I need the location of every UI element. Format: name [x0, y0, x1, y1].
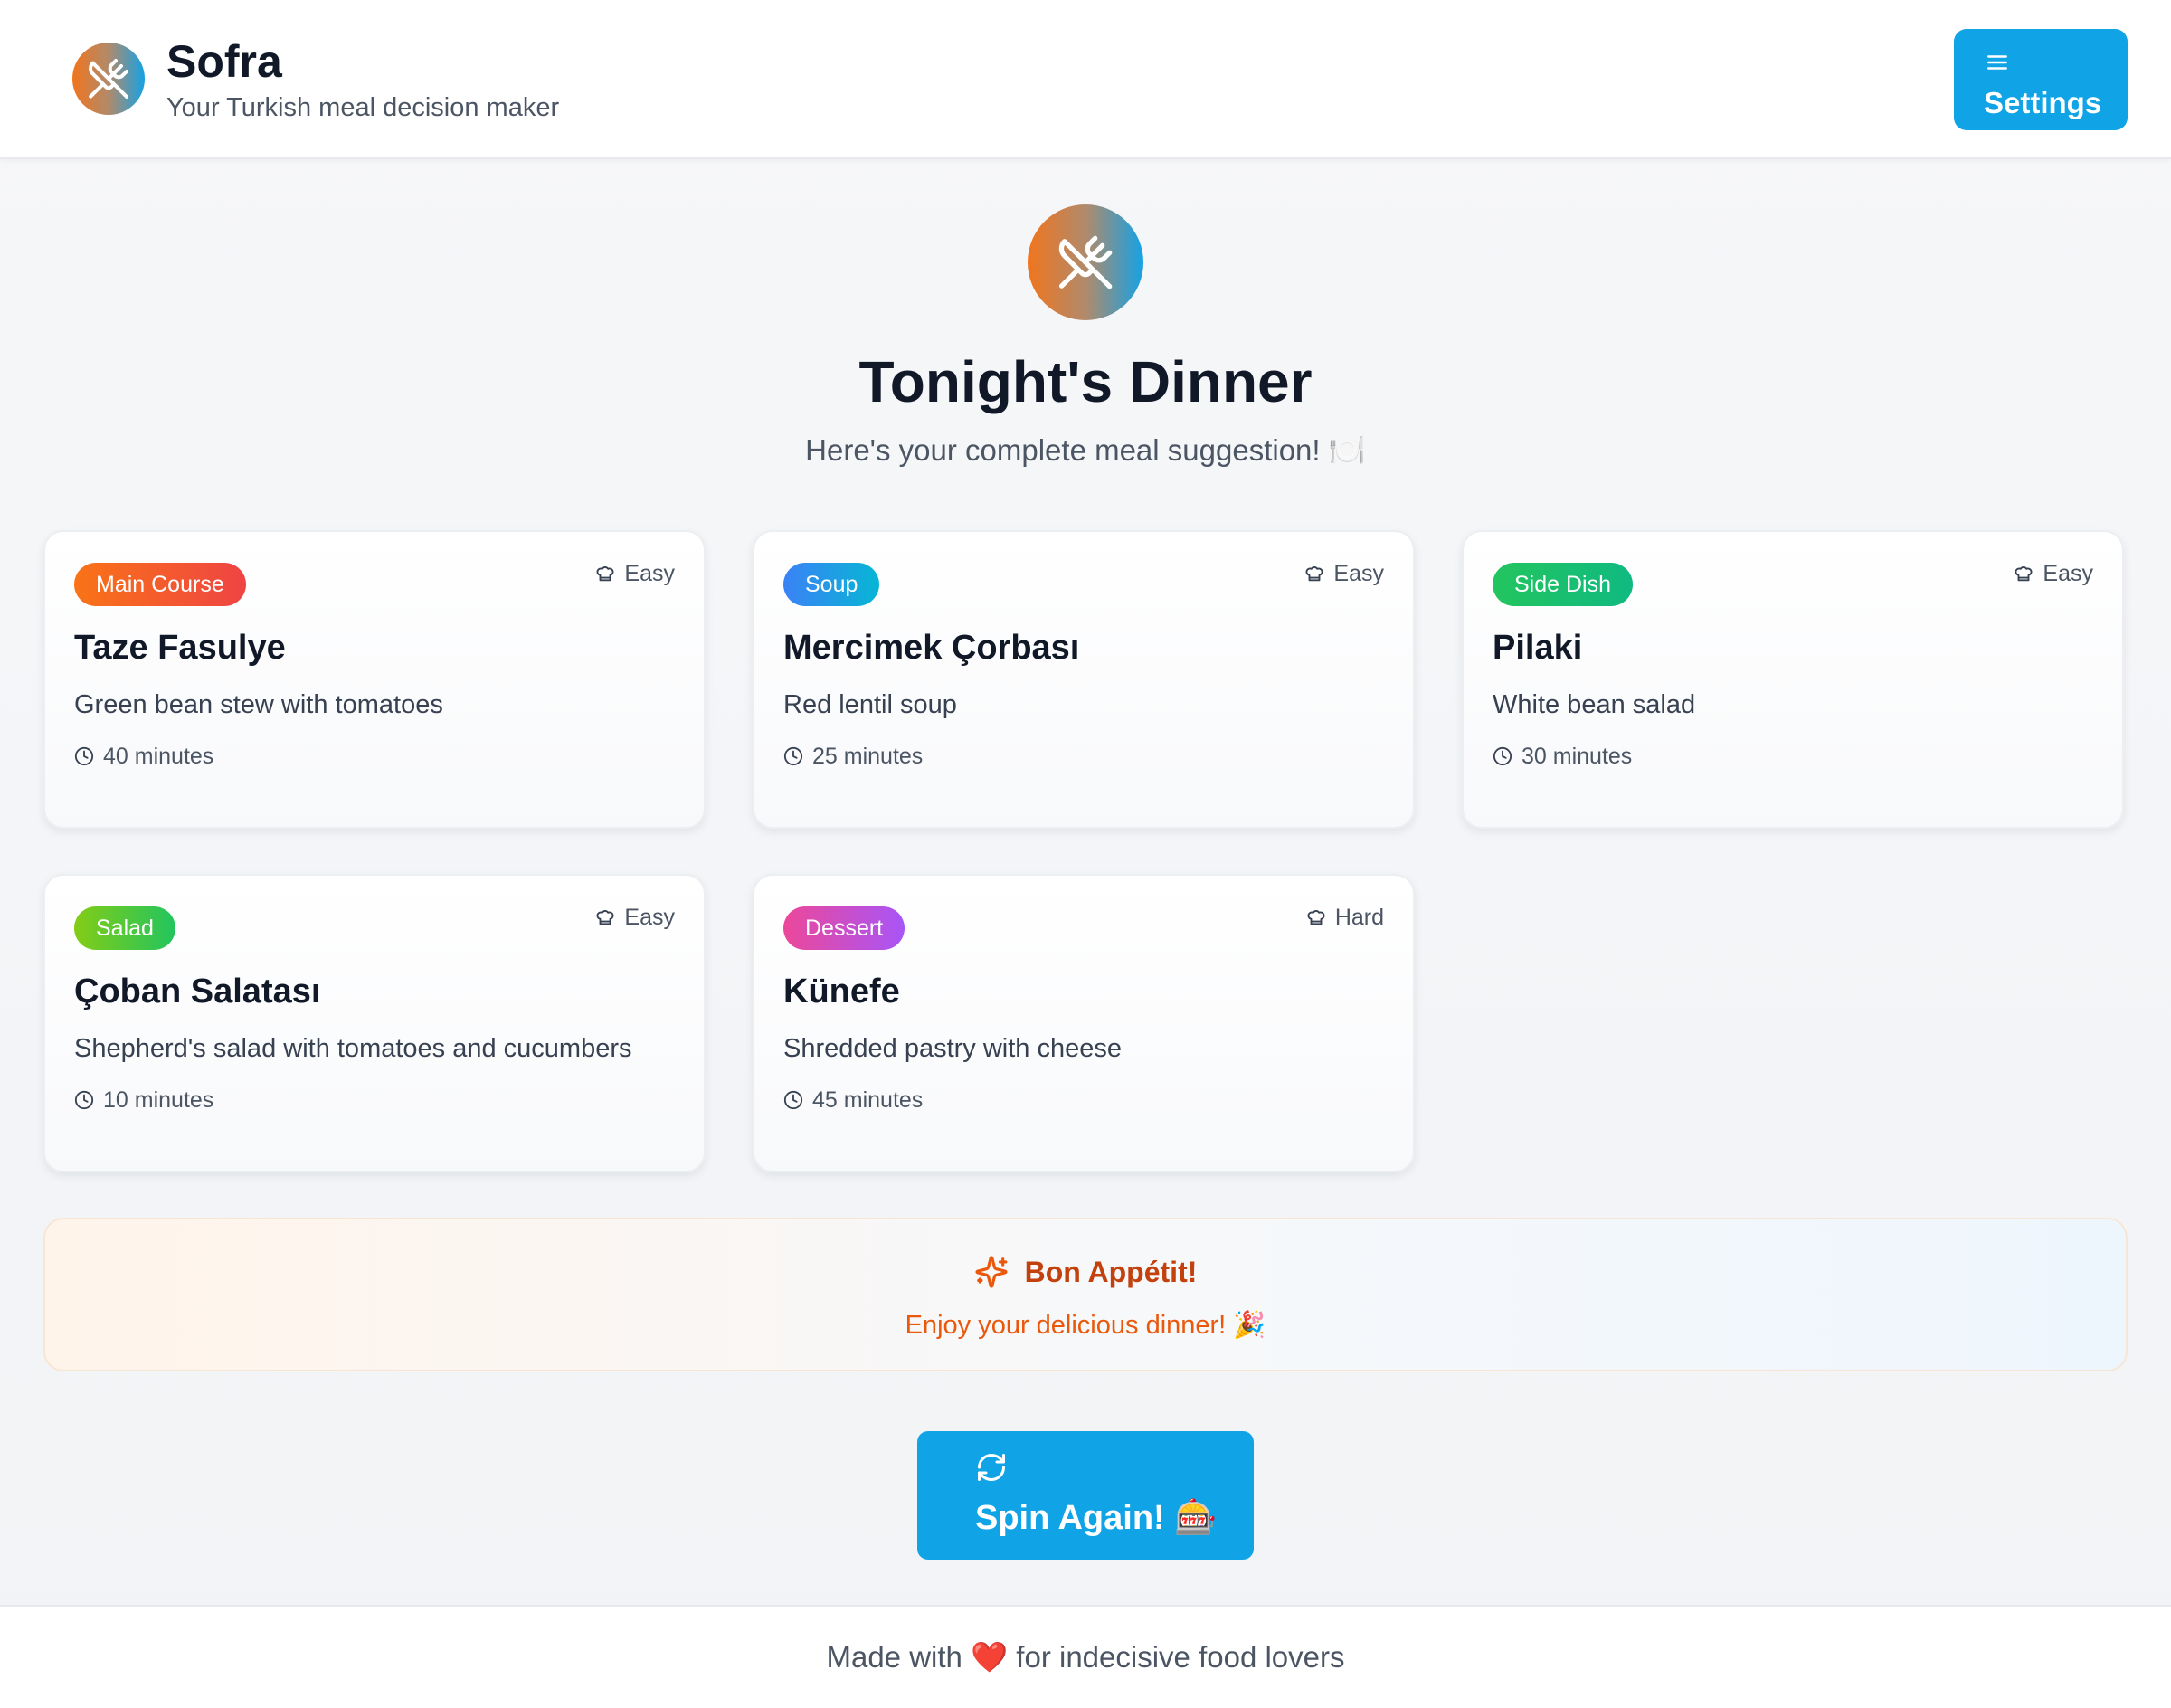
meal-name: Pilaki [1493, 629, 1583, 667]
spin-again-button[interactable]: Spin Again! 🎰 [917, 1431, 1254, 1560]
page-footer: Made with ❤️ for indecisive food lovers [0, 1605, 2171, 1708]
banner-title-row: Bon Appétit! [45, 1252, 2126, 1292]
spin-again-label: Spin Again! 🎰 [975, 1499, 1218, 1537]
meal-card[interactable]: Salad Easy Çoban Salatası Shepherd's sal… [43, 874, 706, 1172]
app-title: Sofra [166, 36, 282, 87]
meal-description: White bean salad [1493, 690, 1696, 719]
menu-icon [1987, 55, 2007, 70]
banner-text: Enjoy your delicious dinner! 🎉 [905, 1311, 1266, 1340]
meal-time: 45 minutes [783, 1086, 923, 1115]
page-title: Tonight's Dinner [858, 349, 1313, 414]
settings-label: Settings [1984, 86, 2102, 119]
meal-time: 10 minutes [74, 1086, 213, 1115]
meal-time: 30 minutes [1493, 742, 1632, 771]
difficulty-label: Easy [2043, 561, 2093, 586]
time-label: 45 minutes [812, 1087, 924, 1113]
meal-description: Shepherd's salad with tomatoes and cucum… [74, 1034, 632, 1063]
category-badge: Salad [74, 906, 175, 950]
utensils-crossed-icon [1058, 235, 1113, 289]
meal-card[interactable]: Side Dish Easy Pilaki White bean salad 3… [1462, 530, 2124, 829]
clock-icon [74, 746, 94, 766]
meal-card[interactable]: Dessert Hard Künefe Shredded pastry with… [753, 874, 1415, 1172]
utensils-crossed-icon [89, 59, 128, 99]
difficulty: Hard [1306, 903, 1384, 932]
app-subtitle: Your Turkish meal decision maker [166, 93, 560, 122]
category-badge: Main Course [74, 563, 246, 606]
time-label: 25 minutes [812, 744, 924, 769]
chef-hat-icon [596, 910, 614, 925]
meal-name: Çoban Salatası [74, 973, 321, 1011]
difficulty: Easy [595, 903, 675, 932]
banner-title: Bon Appétit! [1024, 1256, 1198, 1288]
meal-card[interactable]: Main Course Easy Taze Fasulye Green bean… [43, 530, 706, 829]
difficulty-label: Easy [624, 561, 675, 586]
chef-hat-icon [1305, 566, 1323, 582]
settings-button[interactable]: Settings [1954, 29, 2128, 130]
meal-description: Red lentil soup [783, 690, 957, 719]
meal-time: 40 minutes [74, 742, 213, 771]
chef-hat-icon [2015, 566, 2033, 582]
meal-card[interactable]: Soup Easy Mercimek Çorbası Red lentil so… [753, 530, 1415, 829]
difficulty: Easy [1304, 559, 1384, 588]
clock-icon [74, 1090, 94, 1110]
footer-text: Made with ❤️ for indecisive food lovers [826, 1640, 1345, 1674]
refresh-icon [978, 1454, 1005, 1481]
category-badge: Dessert [783, 906, 905, 950]
time-label: 10 minutes [103, 1087, 214, 1113]
meal-name: Mercimek Çorbası [783, 629, 1080, 667]
bon-appetit-banner: Bon Appétit! Enjoy your delicious dinner… [43, 1218, 2128, 1371]
clock-icon [783, 746, 803, 766]
sparkles-icon [975, 1256, 1008, 1288]
hero-logo [1028, 204, 1143, 320]
app-logo [72, 43, 145, 115]
category-badge: Side Dish [1493, 563, 1633, 606]
difficulty: Easy [595, 559, 675, 588]
difficulty-label: Easy [624, 905, 675, 930]
chef-hat-icon [596, 566, 614, 582]
app-header: Sofra Your Turkish meal decision maker S… [0, 0, 2171, 159]
time-label: 30 minutes [1522, 744, 1633, 769]
clock-icon [783, 1090, 803, 1110]
category-badge: Soup [783, 563, 880, 606]
meal-name: Künefe [783, 973, 900, 1011]
page-subtitle: Here's your complete meal suggestion! 🍽️ [805, 433, 1366, 467]
difficulty-label: Hard [1334, 905, 1384, 930]
meal-description: Green bean stew with tomatoes [74, 690, 443, 719]
chef-hat-icon [1307, 910, 1325, 925]
difficulty-label: Easy [1333, 561, 1384, 586]
meal-name: Taze Fasulye [74, 629, 286, 667]
meal-time: 25 minutes [783, 742, 923, 771]
time-label: 40 minutes [103, 744, 214, 769]
clock-icon [1493, 746, 1512, 766]
meal-description: Shredded pastry with cheese [783, 1034, 1122, 1063]
difficulty: Easy [2014, 559, 2093, 588]
